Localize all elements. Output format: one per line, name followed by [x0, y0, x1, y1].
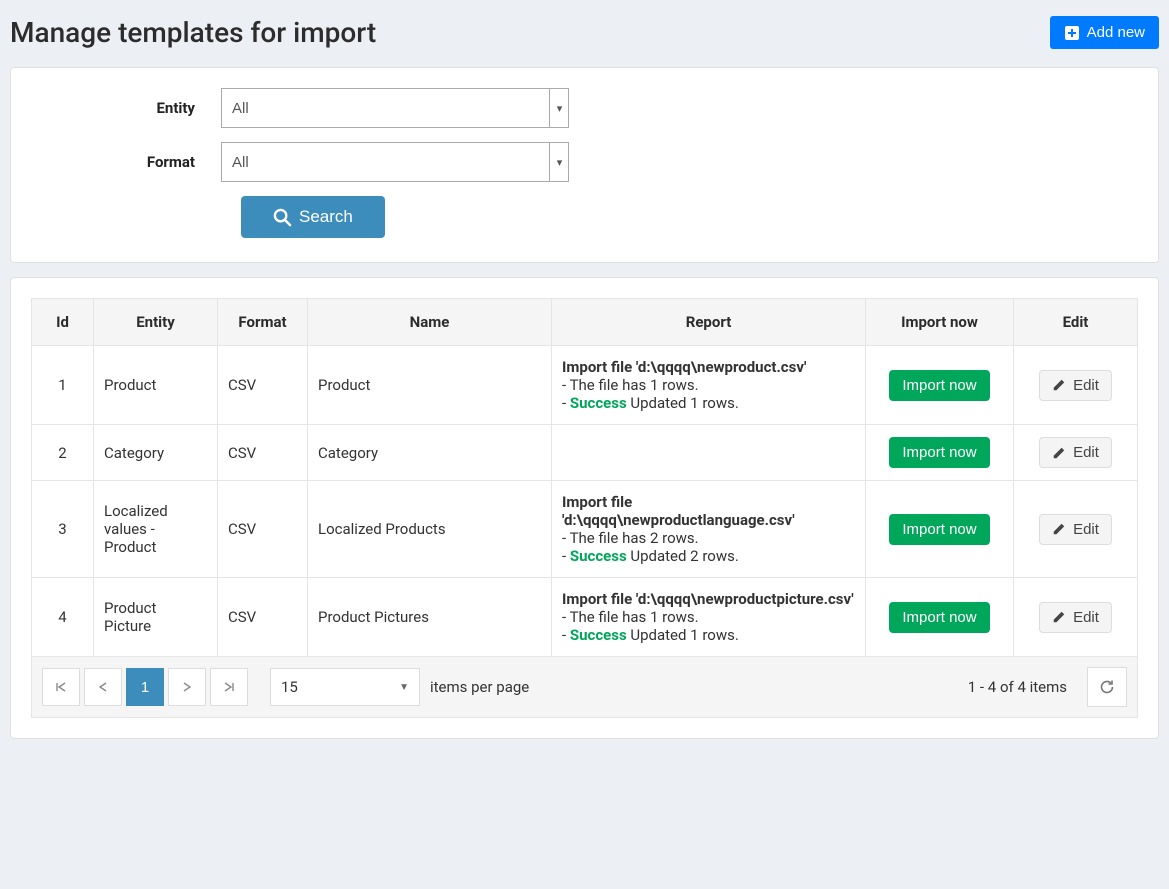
format-select[interactable]: All — [221, 142, 569, 182]
cell-format: CSV — [218, 346, 308, 425]
edit-button[interactable]: Edit — [1039, 602, 1112, 633]
cell-edit: Edit — [1014, 425, 1138, 481]
report-title: Import file 'd:\qqqq\newproductpicture.c… — [562, 590, 855, 608]
cell-entity: Product — [94, 346, 218, 425]
report-title: Import file 'd:\qqqq\newproductlanguage.… — [562, 493, 855, 529]
table-header-row: Id Entity Format Name Report Import now … — [32, 299, 1138, 346]
import-now-button[interactable]: Import now — [889, 514, 989, 545]
cell-report: Import file 'd:\qqqq\newproduct.csv'- Th… — [552, 346, 866, 425]
edit-label: Edit — [1073, 444, 1099, 461]
cell-name: Category — [308, 425, 552, 481]
success-label: Success — [570, 626, 627, 644]
cell-name: Product Pictures — [308, 578, 552, 657]
entity-select[interactable]: All — [221, 88, 569, 128]
cell-entity: Localized values - Product — [94, 481, 218, 578]
edit-button[interactable]: Edit — [1039, 370, 1112, 401]
refresh-button[interactable] — [1087, 667, 1127, 707]
import-now-button[interactable]: Import now — [889, 602, 989, 633]
next-page-icon — [183, 682, 191, 692]
search-button[interactable]: Search — [241, 196, 385, 238]
pager: 1 15 ▼ items per page — [31, 657, 1138, 718]
success-label: Success — [570, 547, 627, 565]
pager-page-current[interactable]: 1 — [126, 668, 164, 706]
cell-id: 1 — [32, 346, 94, 425]
pager-first-button[interactable] — [42, 668, 80, 706]
cell-id: 3 — [32, 481, 94, 578]
col-header-format[interactable]: Format — [218, 299, 308, 346]
cell-edit: Edit — [1014, 578, 1138, 657]
col-header-import-now: Import now — [866, 299, 1014, 346]
items-per-page-label: items per page — [430, 678, 529, 696]
table-row: 2CategoryCSVCategoryImport nowEdit — [32, 425, 1138, 481]
report-line: - The file has 1 rows. — [562, 608, 855, 626]
import-now-button[interactable]: Import now — [889, 437, 989, 468]
first-page-icon — [56, 682, 66, 692]
table-row: 1ProductCSVProductImport file 'd:\qqqq\n… — [32, 346, 1138, 425]
pencil-icon — [1052, 378, 1066, 392]
cell-format: CSV — [218, 481, 308, 578]
add-new-button[interactable]: Add new — [1050, 16, 1159, 49]
edit-label: Edit — [1073, 521, 1099, 538]
cell-id: 2 — [32, 425, 94, 481]
report-line: - Success Updated 2 rows. — [562, 547, 855, 565]
refresh-icon — [1099, 679, 1115, 695]
cell-entity: Product Picture — [94, 578, 218, 657]
cell-edit: Edit — [1014, 346, 1138, 425]
entity-label: Entity — [31, 99, 221, 117]
cell-name: Product — [308, 346, 552, 425]
chevron-down-icon: ▼ — [399, 682, 409, 693]
add-new-label: Add new — [1087, 24, 1145, 41]
cell-name: Localized Products — [308, 481, 552, 578]
prev-page-icon — [99, 682, 107, 692]
edit-button[interactable]: Edit — [1039, 514, 1112, 545]
search-panel: Entity All ▾ Format All ▾ Search — [10, 67, 1159, 263]
table-row: 3Localized values - ProductCSVLocalized … — [32, 481, 1138, 578]
cell-report: Import file 'd:\qqqq\newproductlanguage.… — [552, 481, 866, 578]
cell-format: CSV — [218, 425, 308, 481]
format-label: Format — [31, 153, 221, 171]
col-header-report[interactable]: Report — [552, 299, 866, 346]
report-line: - Success Updated 1 rows. — [562, 394, 855, 412]
cell-format: CSV — [218, 578, 308, 657]
col-header-entity[interactable]: Entity — [94, 299, 218, 346]
pager-prev-button[interactable] — [84, 668, 122, 706]
col-header-id[interactable]: Id — [32, 299, 94, 346]
cell-import-now: Import now — [866, 481, 1014, 578]
cell-import-now: Import now — [866, 346, 1014, 425]
grid-panel: Id Entity Format Name Report Import now … — [10, 277, 1159, 739]
report-title: Import file 'd:\qqqq\newproduct.csv' — [562, 358, 855, 376]
report-line: - The file has 1 rows. — [562, 376, 855, 394]
page-size-select[interactable]: 15 ▼ — [270, 668, 420, 706]
table-row: 4Product PictureCSVProduct Pictures Impor… — [32, 578, 1138, 657]
pager-next-button[interactable] — [168, 668, 206, 706]
col-header-edit: Edit — [1014, 299, 1138, 346]
pager-last-button[interactable] — [210, 668, 248, 706]
col-header-name[interactable]: Name — [308, 299, 552, 346]
edit-label: Edit — [1073, 609, 1099, 626]
cell-report: Import file 'd:\qqqq\newproductpicture.c… — [552, 578, 866, 657]
cell-import-now: Import now — [866, 578, 1014, 657]
cell-report — [552, 425, 866, 481]
templates-table: Id Entity Format Name Report Import now … — [31, 298, 1138, 657]
cell-entity: Category — [94, 425, 218, 481]
edit-button[interactable]: Edit — [1039, 437, 1112, 468]
page-size-value: 15 — [281, 678, 298, 696]
pencil-icon — [1052, 446, 1066, 460]
edit-label: Edit — [1073, 377, 1099, 394]
report-line: - The file has 2 rows. — [562, 529, 855, 547]
cell-import-now: Import now — [866, 425, 1014, 481]
cell-edit: Edit — [1014, 481, 1138, 578]
last-page-icon — [224, 682, 234, 692]
cell-id: 4 — [32, 578, 94, 657]
report-line: - Success Updated 1 rows. — [562, 626, 855, 644]
plus-square-icon — [1064, 25, 1080, 41]
pencil-icon — [1052, 522, 1066, 536]
import-now-button[interactable]: Import now — [889, 370, 989, 401]
page-title: Manage templates for import — [10, 16, 376, 49]
search-icon — [273, 208, 292, 227]
pencil-icon — [1052, 610, 1066, 624]
success-label: Success — [570, 394, 627, 412]
search-label: Search — [299, 207, 353, 227]
pager-summary: 1 - 4 of 4 items — [968, 678, 1067, 696]
